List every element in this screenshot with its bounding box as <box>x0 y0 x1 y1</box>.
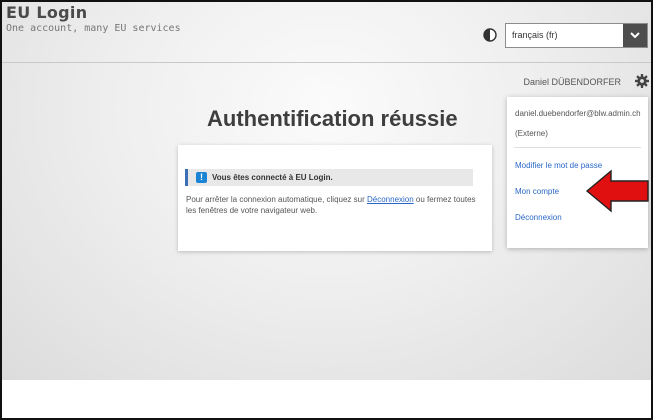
chevron-down-icon <box>630 32 640 39</box>
info-icon: ! <box>196 172 207 183</box>
brand-subtitle: One account, many EU services <box>6 23 181 34</box>
language-select[interactable]: français (fr) <box>505 23 648 48</box>
notice-text: Vous êtes connecté à EU Login. <box>212 173 333 182</box>
account-type: (Externe) <box>515 129 548 138</box>
user-email: daniel.duebendorfer@blw.admin.ch <box>515 109 641 118</box>
menu-item-logout[interactable]: Déconnexion <box>515 213 562 222</box>
logout-link[interactable]: Déconnexion <box>367 195 414 204</box>
info-notice: ! Vous êtes connecté à EU Login. <box>185 169 473 186</box>
header: EU Login One account, many EU services f… <box>2 2 651 63</box>
brand-title[interactable]: EU Login <box>6 3 87 22</box>
page-title: Authentification réussie <box>207 106 458 131</box>
user-name[interactable]: Daniel DÜBENDORFER <box>523 77 621 87</box>
body-text-before: Pour arrêter la connexion automatique, c… <box>186 195 367 204</box>
language-select-button[interactable] <box>623 24 647 47</box>
arrow-left-icon <box>585 169 649 213</box>
menu-divider <box>514 147 641 148</box>
gear-icon[interactable] <box>635 74 649 88</box>
menu-item-my-account[interactable]: Mon compte <box>515 187 559 196</box>
success-card: ! Vous êtes connecté à EU Login. Pour ar… <box>178 145 492 251</box>
language-select-value: français (fr) <box>512 30 558 40</box>
app-window: EU Login One account, many EU services f… <box>2 2 651 380</box>
card-body-text: Pour arrêter la connexion automatique, c… <box>186 194 476 216</box>
contrast-icon[interactable] <box>483 28 497 42</box>
